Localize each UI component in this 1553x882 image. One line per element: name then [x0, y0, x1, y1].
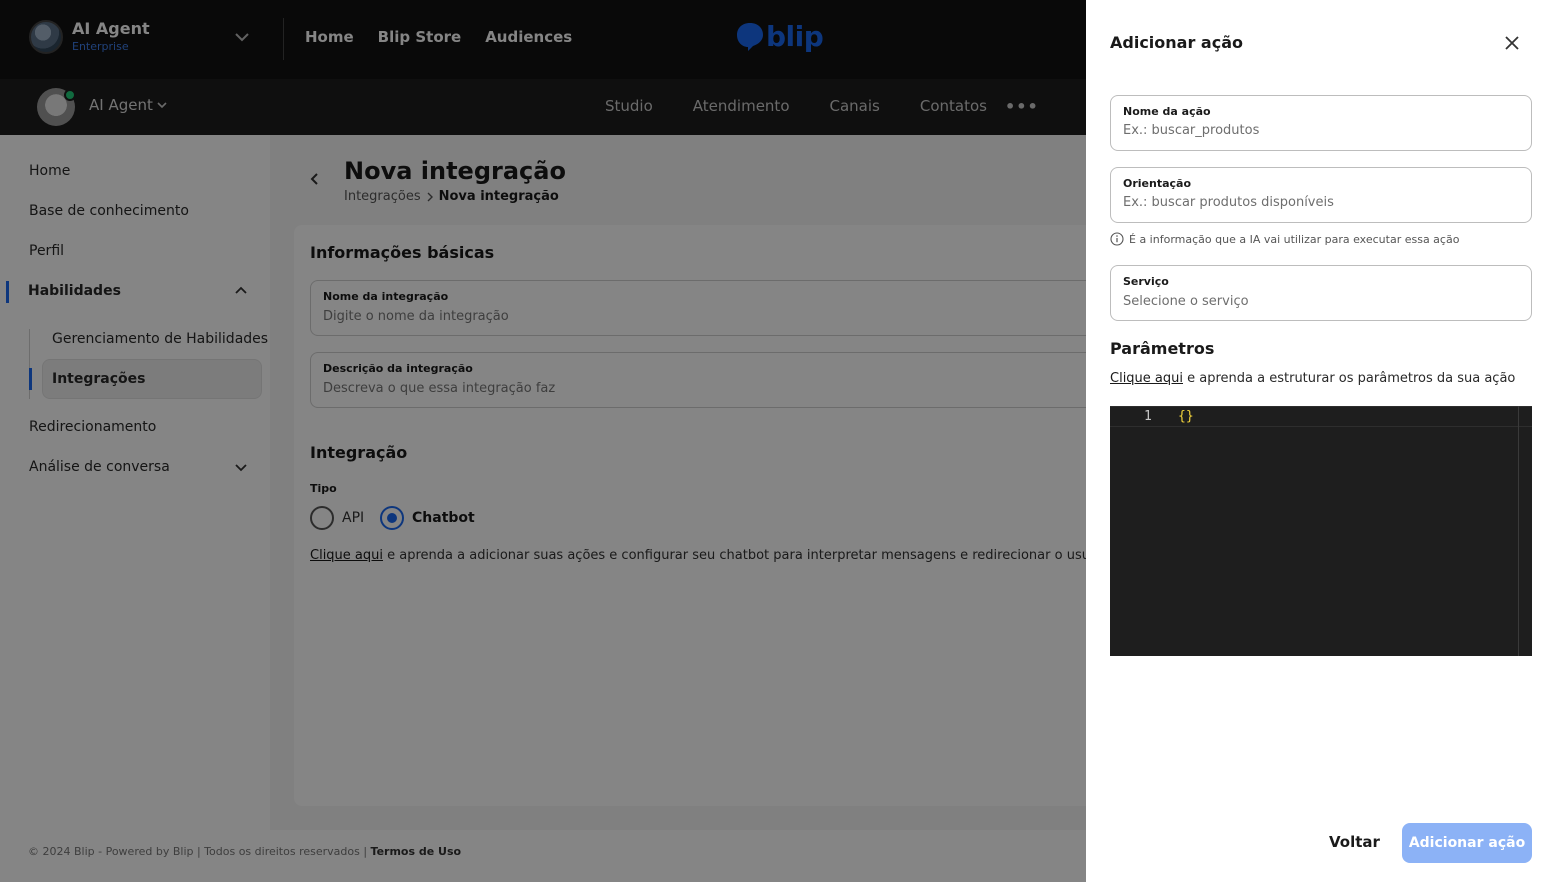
- editor-line-number: 1: [1144, 409, 1152, 424]
- orientation-input[interactable]: [1123, 195, 1519, 210]
- editor-current-line: [1110, 406, 1532, 427]
- orientation-hint: É a informação que a IA vai utilizar par…: [1110, 232, 1459, 246]
- editor-code[interactable]: {}: [1178, 409, 1194, 424]
- drawer-title: Adicionar ação: [1110, 33, 1243, 52]
- info-icon: [1110, 232, 1124, 246]
- action-name-field: Nome da ação: [1110, 95, 1532, 151]
- parameters-help-link[interactable]: Clique aqui: [1110, 371, 1183, 386]
- orientation-field: Orientação: [1110, 167, 1532, 223]
- service-select[interactable]: Serviço Selecione o serviço: [1110, 265, 1532, 321]
- parameters-help-description: e aprenda a estruturar os parâmetros da …: [1183, 371, 1516, 386]
- back-button[interactable]: Voltar: [1329, 833, 1380, 851]
- service-label: Serviço: [1123, 275, 1169, 288]
- action-name-input[interactable]: [1123, 123, 1519, 138]
- orientation-hint-text: É a informação que a IA vai utilizar par…: [1129, 232, 1460, 246]
- add-action-button[interactable]: Adicionar ação: [1402, 823, 1532, 863]
- close-icon[interactable]: [1502, 33, 1522, 53]
- parameters-code-editor[interactable]: 1 {}: [1110, 406, 1532, 656]
- service-placeholder: Selecione o serviço: [1123, 294, 1249, 309]
- parameters-help-text: Clique aqui e aprenda a estruturar os pa…: [1110, 371, 1515, 386]
- orientation-label: Orientação: [1123, 177, 1192, 190]
- parameters-title: Parâmetros: [1110, 339, 1215, 358]
- add-action-drawer: Adicionar ação Nome da ação Orientação É…: [1086, 0, 1553, 882]
- editor-scrollbar[interactable]: [1518, 406, 1519, 656]
- action-name-label: Nome da ação: [1123, 105, 1211, 118]
